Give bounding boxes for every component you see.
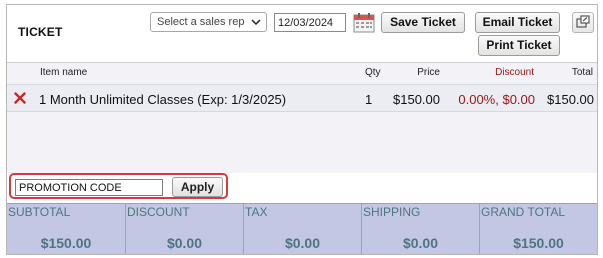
- save-ticket-button[interactable]: Save Ticket: [381, 12, 465, 33]
- ticket-header: TICKET Select a sales rep 12/03/2024 Sav…: [7, 5, 597, 62]
- shipping-label: SHIPPING: [363, 205, 421, 219]
- column-header-discount: Discount: [495, 67, 534, 78]
- sales-rep-select[interactable]: Select a sales rep: [150, 12, 267, 32]
- tax-cell: TAX $0.00: [244, 204, 362, 254]
- grand-total-cell: GRAND TOTAL $150.00: [480, 204, 597, 254]
- subtotal-label: SUBTOTAL: [8, 205, 71, 219]
- shipping-cell: SHIPPING $0.00: [362, 204, 480, 254]
- chevron-down-icon: [251, 19, 261, 26]
- discount-label: DISCOUNT: [127, 205, 190, 219]
- calendar-icon[interactable]: [353, 12, 375, 33]
- item-qty[interactable]: 1: [365, 92, 372, 107]
- ticket-date-field[interactable]: 12/03/2024: [274, 13, 346, 32]
- print-ticket-button[interactable]: Print Ticket: [478, 35, 560, 56]
- column-header-price: Price: [417, 67, 440, 78]
- ticket-panel: TICKET Select a sales rep 12/03/2024 Sav…: [6, 4, 598, 255]
- email-ticket-button[interactable]: Email Ticket: [475, 12, 560, 33]
- shipping-value: $0.00: [402, 235, 439, 251]
- remove-item-icon[interactable]: [14, 92, 26, 104]
- promotion-code-input[interactable]: PROMOTION CODE: [15, 179, 163, 196]
- item-price[interactable]: $150.00: [379, 92, 440, 107]
- grand-total-label: GRAND TOTAL: [481, 205, 566, 219]
- item-total: $150.00: [547, 92, 594, 107]
- grand-total-value: $150.00: [513, 235, 564, 251]
- tax-value: $0.00: [284, 235, 321, 251]
- popout-icon: [576, 15, 590, 28]
- discount-cell: DISCOUNT $0.00: [126, 204, 244, 254]
- line-items-area: [7, 62, 597, 173]
- subtotal-cell: SUBTOTAL $150.00: [7, 204, 126, 254]
- popout-button[interactable]: [572, 12, 594, 33]
- tax-label: TAX: [245, 205, 268, 219]
- column-header-item-name: Item name: [40, 67, 88, 78]
- discount-value: $0.00: [166, 235, 203, 251]
- totals-bar: SUBTOTAL $150.00 DISCOUNT $0.00 TAX $0.0…: [7, 203, 597, 254]
- item-name[interactable]: 1 Month Unlimited Classes (Exp: 1/3/2025…: [39, 92, 286, 107]
- sales-rep-value: Select a sales rep: [157, 16, 245, 28]
- apply-button[interactable]: Apply: [172, 177, 223, 197]
- table-row: 1 Month Unlimited Classes (Exp: 1/3/2025…: [7, 84, 597, 112]
- page-title: TICKET: [18, 25, 63, 39]
- item-discount[interactable]: 0.00%, $0.00: [450, 92, 535, 107]
- promotion-area: PROMOTION CODE Apply: [7, 173, 597, 203]
- subtotal-value: $150.00: [40, 235, 92, 251]
- column-header-qty: Qty: [365, 67, 381, 78]
- column-header-total: Total: [571, 67, 593, 78]
